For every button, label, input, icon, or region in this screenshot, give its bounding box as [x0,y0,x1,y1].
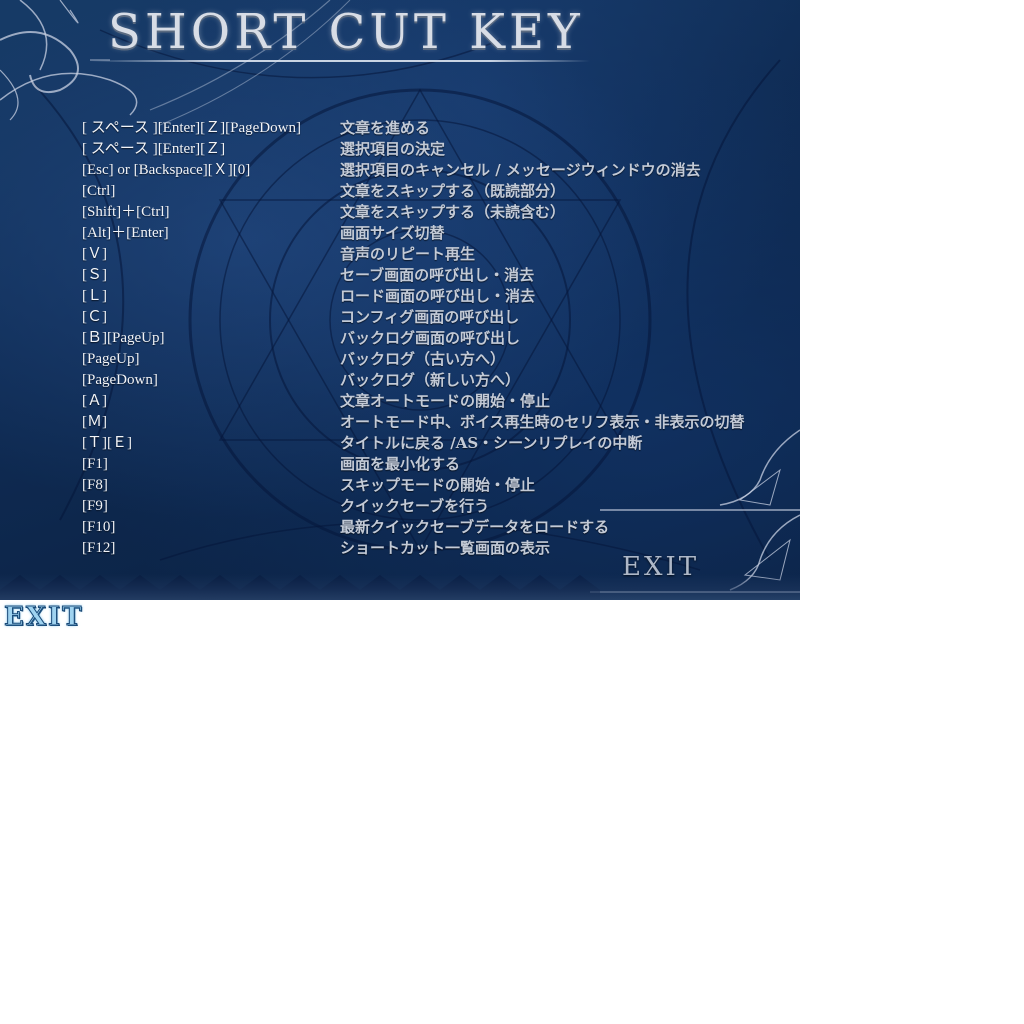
shortcut-description: クイックセーブを行う [340,497,490,515]
shortcut-description: コンフィグ画面の呼び出し [340,308,520,326]
shortcut-key: [Ａ] [82,393,107,409]
shortcut-description: 選択項目の決定 [340,140,446,158]
shortcut-row: [Ｌ] ロード画面の呼び出し・消去 [82,286,782,307]
shortcut-key: [Ｔ][Ｅ] [82,435,132,451]
exit-button[interactable]: EXIT [4,602,84,633]
shortcut-description: 画面を最小化する [340,455,461,473]
title-underline [90,60,590,62]
shortcut-key: [F9] [82,498,108,514]
shortcut-row: [Ctrl] 文章をスキップする（既読部分） [82,181,782,202]
shortcut-list: [ スペース ][Enter][Ｚ][PageDown] 文章を進める [ スペ… [82,118,782,559]
shortcut-key: [F8] [82,477,108,493]
shortcut-description: バックログ（古い方へ） [340,350,506,368]
shortcut-row: [Esc] or [Backspace][Ｘ][0] 選択項目のキャンセル / … [82,160,782,181]
shortcut-row: [Shift]＋[Ctrl] 文章をスキップする（未読含む） [82,202,782,223]
shortcut-description: 音声のリピート再生 [340,245,476,263]
shortcut-description: 文章を進める [340,119,431,137]
exit-panel-button[interactable]: EXIT [622,552,699,582]
shortcut-row: [Ｔ][Ｅ] タイトルに戻る /AS・シーンリプレイの中断 [82,433,782,454]
shortcut-row: [Ａ] 文章オートモードの開始・停止 [82,391,782,412]
shortcut-key: [F1] [82,456,108,472]
shortcut-description: ショートカット一覧画面の表示 [340,539,551,557]
shortcut-key: [F12] [82,540,116,556]
shortcut-description: 文章をスキップする（未読含む） [340,203,566,221]
shortcut-row: [F9] クイックセーブを行う [82,496,782,517]
shortcut-key: [Alt]＋[Enter] [82,225,169,241]
shortcut-description: ロード画面の呼び出し・消去 [340,287,536,305]
page-title: SHORT CUT KEY [108,4,584,60]
shortcut-row: [F8] スキップモードの開始・停止 [82,475,782,496]
shortcut-description: 画面サイズ切替 [340,224,445,242]
shortcut-key: [Ｖ] [82,246,107,262]
shortcut-description: 最新クイックセーブデータをロードする [340,518,610,536]
shortcut-description: 選択項目のキャンセル / メッセージウィンドウの消去 [340,161,701,179]
shortcut-key: [Ｂ][PageUp] [82,330,165,346]
shortcut-row: [Ｓ] セーブ画面の呼び出し・消去 [82,265,782,286]
shortcut-key: [ スペース ][Enter][Ｚ][PageDown] [82,120,301,136]
shortcut-row: [F10] 最新クイックセーブデータをロードする [82,517,782,538]
shortcut-key: [Ｍ] [82,414,107,430]
shortcut-description: バックログ画面の呼び出し [340,329,521,347]
shortcut-row: [Ｃ] コンフィグ画面の呼び出し [82,307,782,328]
shortcut-key: [Shift]＋[Ctrl] [82,204,170,220]
shortcut-description: スキップモードの開始・停止 [340,476,536,494]
shortcut-description: 文章オートモードの開始・停止 [340,392,551,410]
shortcut-key: [Ｌ] [82,288,107,304]
shortcut-key: [Ｃ] [82,309,107,325]
shortcut-row: [Ｖ] 音声のリピート再生 [82,244,782,265]
shortcut-row: [Ｂ][PageUp] バックログ画面の呼び出し [82,328,782,349]
shortcut-key: [PageUp] [82,351,140,367]
shortcut-key: [ スペース ][Enter][Ｚ] [82,141,226,157]
shortcut-description: セーブ画面の呼び出し・消去 [340,266,535,284]
shortcut-description: 文章をスキップする（既読部分） [340,182,566,200]
shortcut-description: タイトルに戻る /AS・シーンリプレイの中断 [340,434,643,452]
shortcut-row: [F1] 画面を最小化する [82,454,782,475]
shortcut-description: オートモード中、ボイス再生時のセリフ表示・非表示の切替 [340,413,745,431]
shortcut-description: バックログ（新しい方へ） [340,371,521,389]
shortcut-row: [ スペース ][Enter][Ｚ] 選択項目の決定 [82,139,782,160]
shortcut-row: [ スペース ][Enter][Ｚ][PageDown] 文章を進める [82,118,782,139]
shortcut-row: [PageDown] バックログ（新しい方へ） [82,370,782,391]
shortcut-key: [Ctrl] [82,183,116,199]
shortcut-key: [F10] [82,519,116,535]
shortcut-row: [PageUp] バックログ（古い方へ） [82,349,782,370]
shortcut-key-panel: SHORT CUT KEY [ スペース ][Enter][Ｚ][PageDow… [0,0,800,600]
shortcut-row: [Alt]＋[Enter] 画面サイズ切替 [82,223,782,244]
shortcut-row: [Ｍ] オートモード中、ボイス再生時のセリフ表示・非表示の切替 [82,412,782,433]
shortcut-key: [Esc] or [Backspace][Ｘ][0] [82,162,251,178]
shortcut-key: [Ｓ] [82,267,107,283]
shortcut-key: [PageDown] [82,372,158,388]
